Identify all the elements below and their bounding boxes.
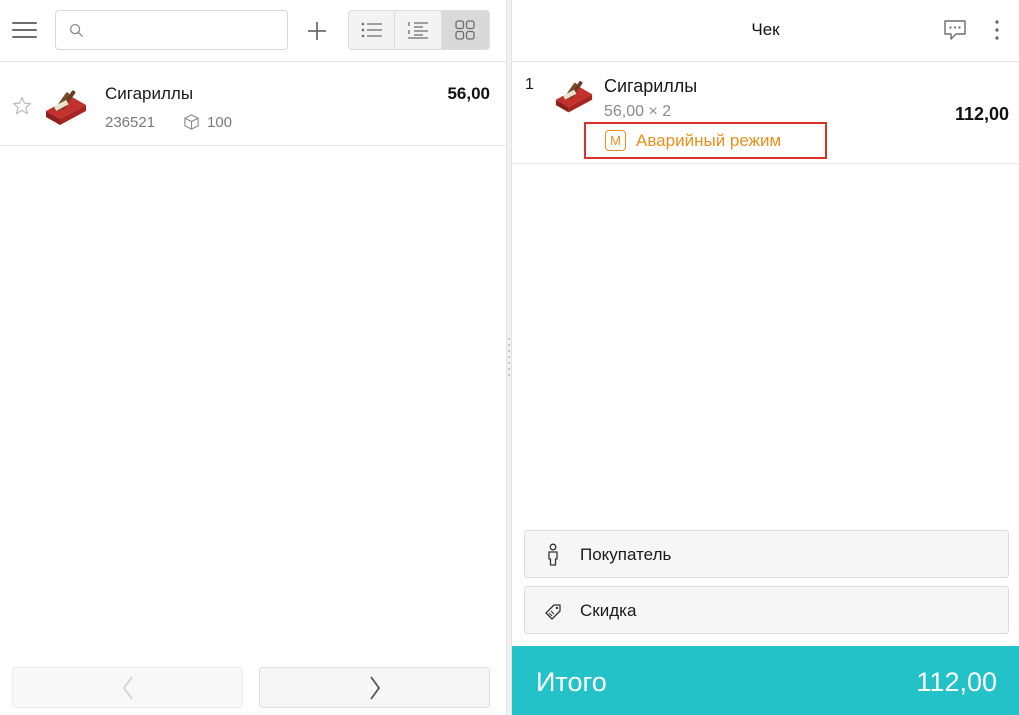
divider-handle[interactable] xyxy=(508,338,510,376)
catalog-item-price: 56,00 xyxy=(447,84,490,103)
buyer-button[interactable]: Покупатель xyxy=(524,530,1009,578)
list-view-button[interactable] xyxy=(349,11,396,49)
emergency-mode-badge: M Аварийный режим xyxy=(584,122,827,159)
detailed-view-button[interactable] xyxy=(395,11,442,49)
receipt-line-number: 1 xyxy=(525,76,534,93)
view-mode-switcher xyxy=(348,10,490,50)
product-thumbnail xyxy=(555,81,593,113)
grid-view-button[interactable] xyxy=(441,11,489,49)
grid-view-icon xyxy=(455,20,475,40)
search-input[interactable] xyxy=(90,19,280,41)
person-icon xyxy=(548,543,558,566)
emergency-mode-label: Аварийный режим xyxy=(636,130,782,150)
next-page-button[interactable] xyxy=(259,667,490,708)
marking-icon: M xyxy=(605,130,626,151)
buyer-button-label: Покупатель xyxy=(580,545,672,564)
hamburger-icon[interactable] xyxy=(12,20,37,40)
discount-button-label: Скидка xyxy=(580,601,637,620)
list-view-icon xyxy=(361,22,382,38)
total-pay-button[interactable]: Итого 112,00 xyxy=(512,646,1019,715)
catalog-pane: Сигариллы 56,00 236521 100 xyxy=(0,0,506,715)
more-vertical-icon[interactable] xyxy=(990,18,1004,42)
catalog-item-stock: 100 xyxy=(207,114,233,131)
product-thumbnail xyxy=(46,90,86,125)
receipt-line-total: 112,00 xyxy=(954,104,1009,124)
numbered-list-view-icon xyxy=(408,22,429,39)
box-icon xyxy=(184,114,199,130)
total-value: 112,00 xyxy=(916,667,997,697)
discount-button[interactable]: Скидка xyxy=(524,586,1009,634)
catalog-toolbar xyxy=(0,0,506,62)
receipt-line-quantity: 56,00 × 2 xyxy=(604,103,672,120)
receipt-line-name: Сигариллы xyxy=(604,76,698,96)
chevron-left-icon xyxy=(122,675,133,700)
receipt-pane: Чек 1 Сигариллы 56,00 × 2 112,00 M Авари… xyxy=(512,0,1019,715)
catalog-item-code: 236521 xyxy=(105,114,156,131)
tag-icon xyxy=(545,604,561,620)
search-box[interactable] xyxy=(55,10,288,50)
search-icon xyxy=(69,23,83,37)
total-label: Итого xyxy=(536,667,607,697)
plus-icon[interactable] xyxy=(304,18,330,44)
catalog-item-name: Сигариллы xyxy=(105,84,194,103)
star-icon[interactable] xyxy=(12,96,32,116)
chevron-right-icon xyxy=(369,675,380,700)
chat-icon[interactable] xyxy=(942,18,968,42)
receipt-header: Чек xyxy=(512,0,1019,62)
previous-page-button[interactable] xyxy=(12,667,243,708)
